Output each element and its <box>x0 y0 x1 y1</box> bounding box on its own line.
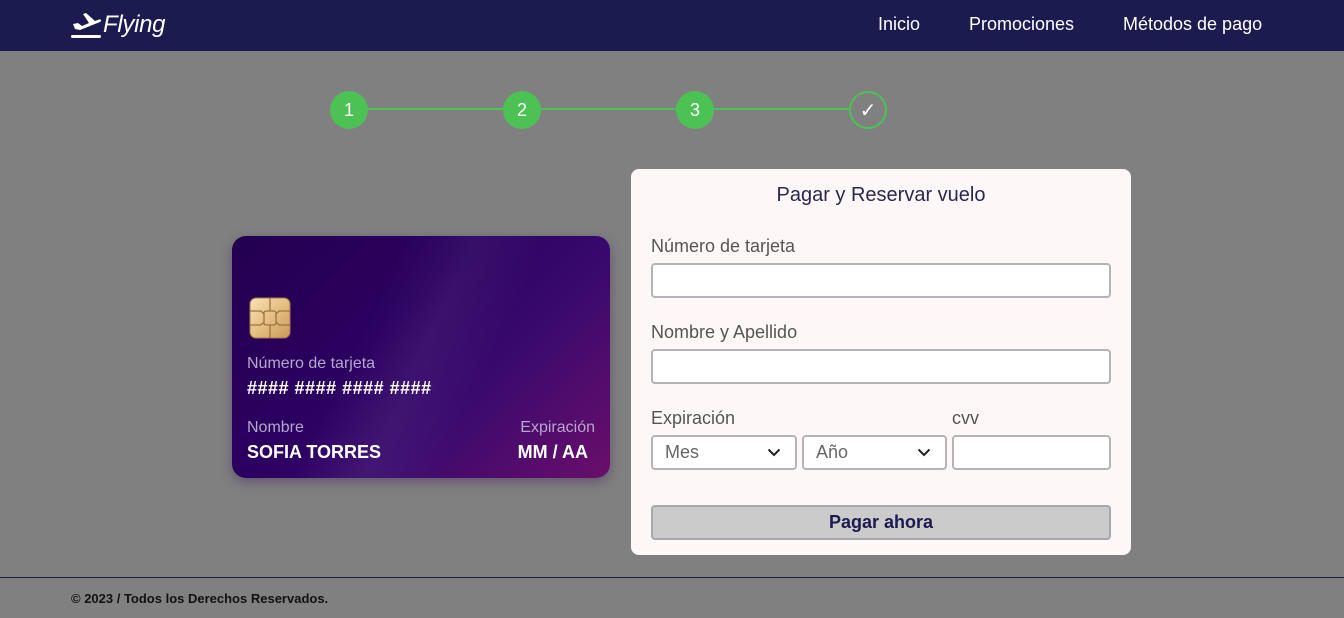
step-1: 1 <box>330 91 368 129</box>
card-name-label: Nombre <box>247 419 304 436</box>
pay-now-button[interactable]: Pagar ahora <box>651 505 1111 540</box>
cvv-input[interactable] <box>952 435 1111 470</box>
card-number-field-label: Número de tarjeta <box>651 236 796 256</box>
month-select[interactable]: Mes <box>651 435 797 470</box>
year-select[interactable]: Año <box>802 435 947 470</box>
card-chip-icon <box>249 297 291 339</box>
card-name-value: SOFIA TORRES <box>247 442 382 462</box>
year-select-value: Año <box>816 442 849 462</box>
card-number-label: Número de tarjeta <box>247 355 376 372</box>
card-number-input[interactable] <box>651 263 1111 298</box>
month-select-value: Mes <box>665 442 700 462</box>
form-title: Pagar y Reservar vuelo <box>776 184 986 206</box>
card-expiry-label: Expiración <box>520 419 595 436</box>
step-3: 3 <box>676 91 714 129</box>
chevron-down-icon <box>767 448 781 457</box>
navbar: Flying Inicio Promociones Métodos de pag… <box>0 0 1344 51</box>
payment-form: Pagar y Reservar vuelo Número de tarjeta… <box>631 169 1131 555</box>
footer-copyright: © 2023 / Todos los Derechos Reservados. <box>71 591 329 606</box>
expiry-field-label: Expiración <box>651 408 736 428</box>
nav-inicio[interactable]: Inicio <box>878 14 920 35</box>
name-field-label: Nombre y Apellido <box>651 322 798 342</box>
card-expiry-value: MM / AA <box>517 442 588 462</box>
footer-divider <box>0 577 1344 578</box>
airplane-icon <box>71 13 102 38</box>
full-name-input[interactable] <box>651 349 1111 384</box>
step-connector <box>713 108 851 110</box>
chevron-down-icon <box>917 448 931 457</box>
credit-card-preview: Número de tarjeta #### #### #### #### No… <box>232 236 610 478</box>
card-number-value: #### #### #### #### <box>247 378 432 398</box>
brand-name: Flying <box>103 11 166 38</box>
nav-metodos-de-pago[interactable]: Métodos de pago <box>1123 14 1262 35</box>
step-complete-check-icon: ✓ <box>849 91 887 129</box>
nav-promociones[interactable]: Promociones <box>969 14 1074 35</box>
step-connector <box>540 108 677 110</box>
cvv-field-label: cvv <box>952 408 979 428</box>
brand-logo[interactable]: Flying <box>70 9 166 41</box>
step-connector <box>367 108 504 110</box>
step-2: 2 <box>503 91 541 129</box>
